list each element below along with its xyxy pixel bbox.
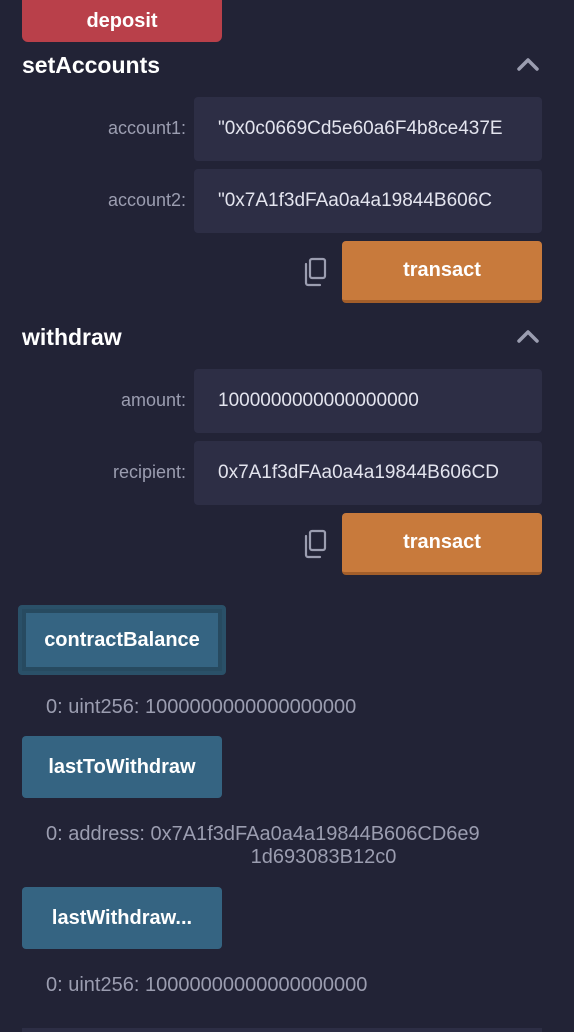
amount-input[interactable] (194, 369, 542, 433)
account1-input[interactable] (194, 97, 542, 161)
contract-balance-button[interactable]: contractBalance (18, 605, 226, 675)
copy-icon[interactable] (302, 257, 328, 287)
last-to-withdraw-result-line2: 1d693083B12c0 (250, 846, 397, 868)
copy-icon[interactable] (302, 529, 328, 559)
withdraw-title: withdraw (22, 324, 122, 350)
account1-label: account1: (107, 118, 186, 138)
recipient-label: recipient: (112, 462, 186, 482)
chevron-up-icon[interactable] (516, 56, 540, 72)
last-to-withdraw-result-line1: 0: address: 0x7A1f3dFAa0a4a19844B606CD6e… (46, 823, 480, 845)
withdraw-transact-button[interactable]: transact (342, 513, 542, 575)
last-withdraw-result: 0: uint256: 10000000000000000000 (46, 974, 368, 996)
amount-label: amount: (120, 390, 186, 410)
account2-input[interactable] (194, 169, 542, 233)
deposit-button[interactable]: deposit (22, 0, 222, 42)
last-to-withdraw-button[interactable]: lastToWithdraw (22, 736, 222, 798)
account2-label: account2: (107, 190, 186, 210)
set-accounts-transact-button[interactable]: transact (342, 241, 542, 303)
last-withdraw-button[interactable]: lastWithdraw... (22, 887, 222, 949)
last-to-withdraw-result: 0: address: 0x7A1f3dFAa0a4a19844B606CD6e… (46, 823, 546, 869)
divider (22, 1028, 542, 1032)
recipient-input[interactable] (194, 441, 542, 505)
chevron-up-icon[interactable] (516, 328, 540, 344)
set-accounts-title: setAccounts (22, 52, 161, 78)
contract-balance-result: 0: uint256: 1000000000000000000 (46, 696, 357, 718)
